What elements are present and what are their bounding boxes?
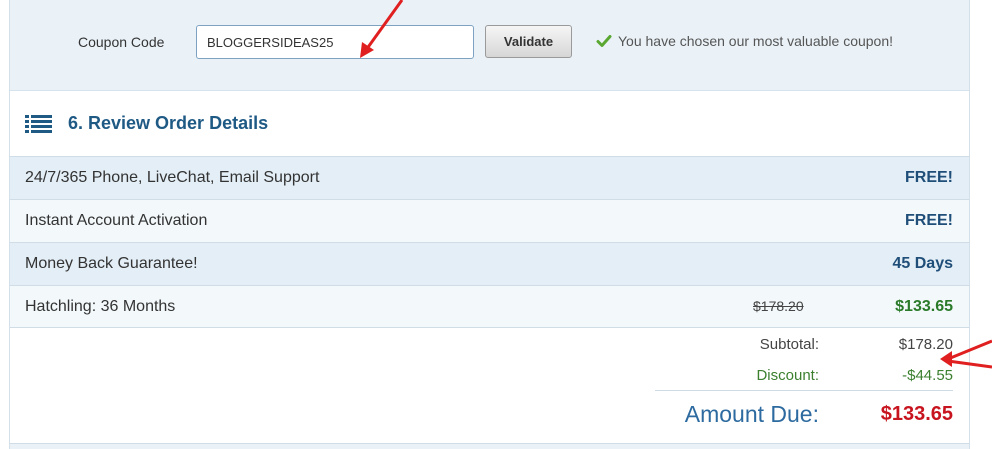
review-order-title: 6. Review Order Details <box>68 113 269 133</box>
review-order-header: 6. Review Order Details <box>10 90 969 156</box>
coupon-code-input[interactable] <box>196 25 474 59</box>
coupon-code-label: Coupon Code <box>78 34 165 50</box>
discount-label: Discount: <box>756 367 819 384</box>
bottom-divider <box>10 443 969 449</box>
order-item-value: FREE! <box>905 169 953 186</box>
original-price: $178.20 <box>753 298 804 314</box>
order-items: 24/7/365 Phone, LiveChat, Email Support … <box>10 156 969 328</box>
order-totals: Subtotal: $178.20 Discount: -$44.55 Amou… <box>10 327 969 443</box>
order-item-activation: Instant Account Activation FREE! <box>10 199 969 242</box>
order-item-value: FREE! <box>905 212 953 229</box>
coupon-status-text: You have chosen our most valuable coupon… <box>618 33 894 49</box>
subtotal-value: $178.20 <box>898 336 953 353</box>
amount-due-value: $133.65 <box>880 403 953 425</box>
order-item-label: 24/7/365 Phone, LiveChat, Email Support <box>25 169 320 186</box>
discount-value: -$44.55 <box>902 367 953 384</box>
order-item-label: Money Back Guarantee! <box>25 255 198 272</box>
subtotal-label: Subtotal: <box>759 336 819 353</box>
list-icon <box>25 115 52 133</box>
order-item-hosting-plan: Hatchling: 36 Months $178.20 $133.65 <box>10 285 969 328</box>
order-item-label: Hatchling: 36 Months <box>25 298 176 315</box>
totals-divider <box>655 390 953 391</box>
checkout-panel: Coupon Code Validate You have chosen our… <box>9 0 970 449</box>
coupon-status-message: You have chosen our most valuable coupon… <box>596 33 893 49</box>
amount-due-label: Amount Due: <box>684 401 819 427</box>
order-item-support: 24/7/365 Phone, LiveChat, Email Support … <box>10 156 969 199</box>
checkmark-icon <box>596 35 612 47</box>
validate-button[interactable]: Validate <box>485 25 572 58</box>
order-item-label: Instant Account Activation <box>25 212 208 229</box>
order-item-guarantee: Money Back Guarantee! 45 Days <box>10 242 969 285</box>
discounted-price: $133.65 <box>895 298 953 315</box>
order-item-value: 45 Days <box>892 255 954 272</box>
coupon-section: Coupon Code Validate You have chosen our… <box>10 0 969 90</box>
